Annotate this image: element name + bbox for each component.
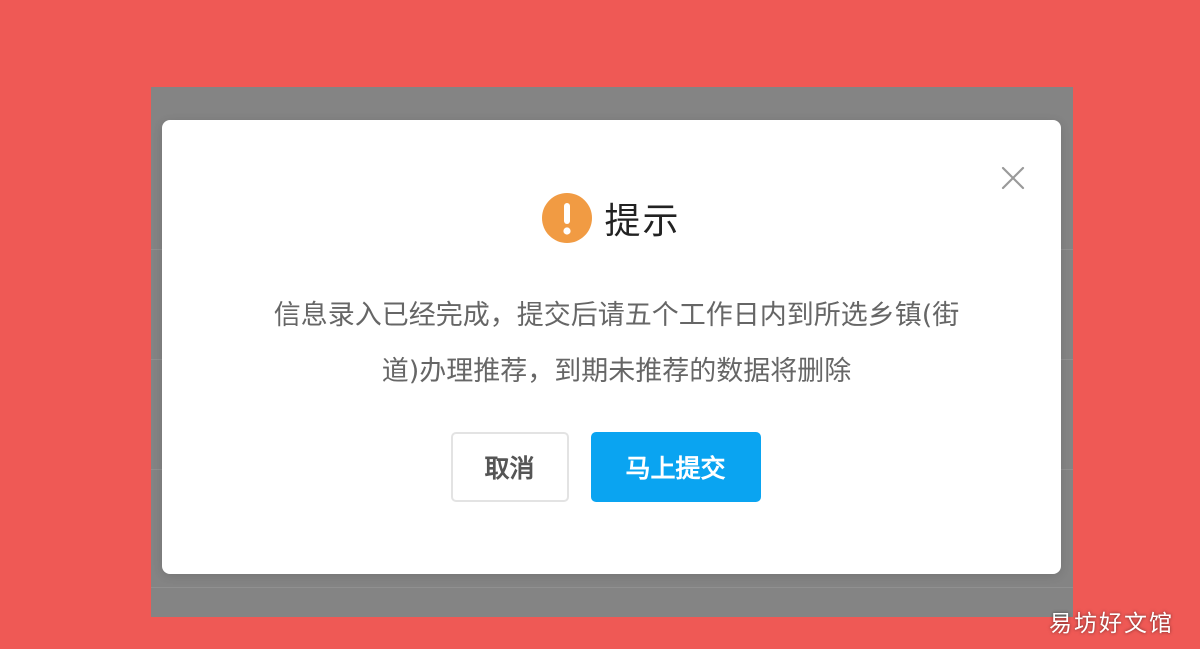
message-line: 信息录入已经完成，提交后请五个工作日内到所选乡镇(街 bbox=[273, 300, 960, 331]
dialog-message: 信息录入已经完成，提交后请五个工作日内到所选乡镇(街 道)办理推荐，到期未推荐的… bbox=[232, 288, 1001, 400]
warning-icon bbox=[542, 193, 593, 243]
cancel-button[interactable]: 取消 bbox=[450, 432, 569, 502]
underlay-divider bbox=[151, 587, 1073, 588]
confirm-dialog: 提示 信息录入已经完成，提交后请五个工作日内到所选乡镇(街 道)办理推荐，到期未… bbox=[162, 120, 1061, 574]
dialog-title: 提示 bbox=[604, 201, 681, 242]
dialog-actions: 取消 马上提交 bbox=[162, 432, 1061, 502]
dialog-header: 提示 bbox=[162, 192, 1061, 244]
watermark-text: 易坊好文馆 bbox=[1049, 611, 1174, 637]
close-icon[interactable] bbox=[999, 164, 1027, 192]
submit-now-button[interactable]: 马上提交 bbox=[590, 432, 761, 502]
message-line: 道)办理推荐，到期未推荐的数据将删除 bbox=[381, 356, 852, 387]
app-screen-overlay: 提示 信息录入已经完成，提交后请五个工作日内到所选乡镇(街 道)办理推荐，到期未… bbox=[151, 87, 1073, 617]
